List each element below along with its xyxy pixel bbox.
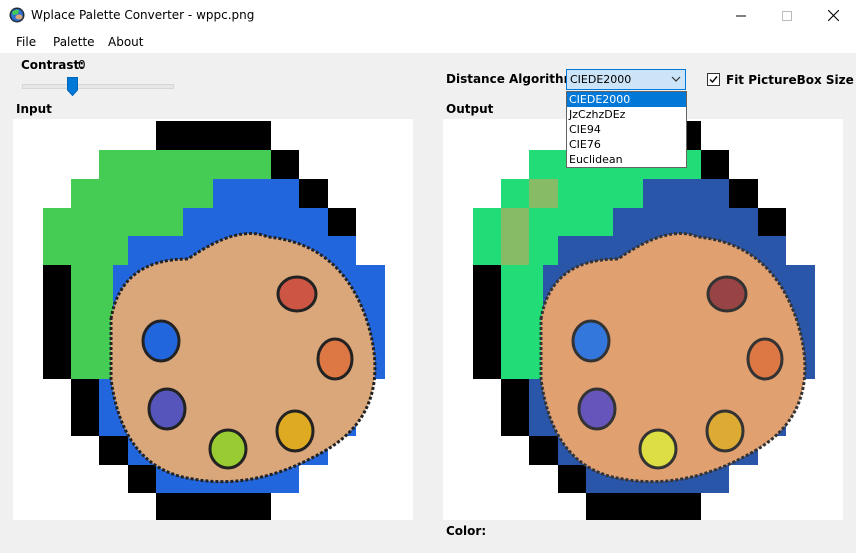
- contrast-value: 0: [78, 58, 86, 72]
- checkmark-icon: [709, 76, 718, 84]
- maximize-icon: [782, 10, 792, 21]
- color-label: Color:: [446, 524, 487, 538]
- algorithm-option-cie76[interactable]: CIE76: [567, 137, 686, 152]
- input-picturebox[interactable]: [13, 119, 413, 520]
- distance-algorithm-selected: CIEDE2000: [570, 73, 632, 86]
- window-title: Wplace Palette Converter - wppc.png: [31, 8, 255, 22]
- menu-about[interactable]: About: [108, 35, 143, 49]
- maximize-button[interactable]: [764, 0, 810, 31]
- fit-picturebox-label[interactable]: Fit PictureBox Size: [726, 73, 854, 87]
- output-label: Output: [446, 102, 494, 116]
- distance-algorithm-label: Distance Algorithm:: [446, 72, 581, 86]
- contrast-slider-track[interactable]: [22, 84, 174, 89]
- distance-algorithm-dropdown: CIEDE2000 JzCzhzDEz CIE94 CIE76 Euclidea…: [566, 91, 687, 168]
- distance-algorithm-select[interactable]: CIEDE2000: [566, 69, 686, 90]
- contrast-slider-thumb[interactable]: [67, 77, 78, 96]
- menu-file[interactable]: File: [16, 35, 36, 49]
- algorithm-option-cie94[interactable]: CIE94: [567, 122, 686, 137]
- menu-palette[interactable]: Palette: [53, 35, 95, 49]
- algorithm-option-ciede2000[interactable]: CIEDE2000: [567, 92, 686, 107]
- contrast-label: Contrast:: [21, 58, 85, 72]
- minimize-icon: [736, 15, 746, 16]
- minimize-button[interactable]: [718, 0, 764, 31]
- output-image: [473, 121, 815, 520]
- title-bar: Wplace Palette Converter - wppc.png: [0, 0, 856, 31]
- app-globe-icon: [9, 7, 25, 23]
- algorithm-option-euclidean[interactable]: Euclidean: [567, 152, 686, 167]
- input-image: [43, 121, 385, 520]
- output-picturebox[interactable]: [443, 119, 843, 520]
- fit-picturebox-checkbox[interactable]: [707, 73, 720, 86]
- input-label: Input: [16, 102, 52, 116]
- algorithm-option-jzczhzdez[interactable]: JzCzhzDEz: [567, 107, 686, 122]
- chevron-down-icon: [671, 76, 681, 82]
- close-button[interactable]: [810, 0, 856, 31]
- close-icon: [827, 10, 839, 21]
